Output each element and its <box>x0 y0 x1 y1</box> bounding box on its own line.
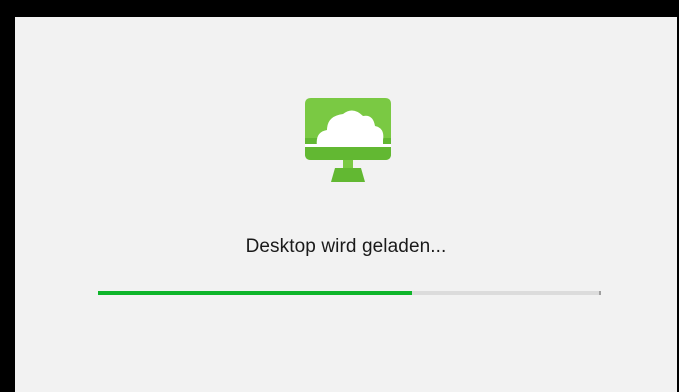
progress-bar-fill <box>98 291 412 295</box>
progress-bar-end <box>599 291 601 295</box>
progress-bar <box>98 291 601 295</box>
loading-status-text: Desktop wird geladen... <box>245 236 447 257</box>
cloud-desktop-icon <box>305 98 391 182</box>
loading-window: Desktop wird geladen... <box>15 17 677 392</box>
